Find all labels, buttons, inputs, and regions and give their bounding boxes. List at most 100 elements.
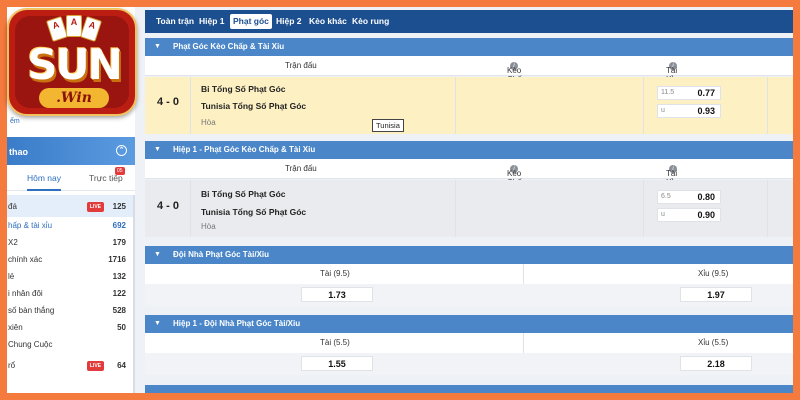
sport-list: đá LIVE 125 hấp & tài xỉu 692 X2 179 chí… xyxy=(7,195,135,374)
section-title: Hiệp 1 - Phạt Góc Kèo Chấp & Tài Xỉu xyxy=(173,145,316,154)
sidebar-item-label: số bàn thắng xyxy=(8,306,55,315)
section-2-column-header: Trận đấu Kèo Chấp H1i Tài Xỉu H1i xyxy=(145,159,793,196)
sidebar-item-parlay[interactable]: xiên 50 xyxy=(7,319,135,336)
over-line: 11.5 xyxy=(661,89,675,96)
under-odds-button[interactable]: 2.18 xyxy=(680,356,752,371)
section-first-half-corner-handicap-ou[interactable]: ▼ Hiệp 1 - Phạt Góc Kèo Chấp & Tài Xỉu xyxy=(145,141,793,159)
sidebar-item-label: lẻ xyxy=(8,272,15,281)
sidebar-item-label: xiên xyxy=(8,323,23,332)
over-odds-button[interactable]: 1.55 xyxy=(301,356,373,371)
column-handicap: Kèo Chấp TTi xyxy=(507,61,526,93)
sidebar-item-count: 179 xyxy=(112,238,126,247)
divider xyxy=(767,77,768,134)
chevron-down-icon[interactable]: ▼ xyxy=(154,38,161,56)
chevron-down-icon[interactable]: ▼ xyxy=(154,141,161,159)
sidebar-item-label: hấp & tài xỉu xyxy=(8,221,53,230)
collapse-icon[interactable]: ⌃ xyxy=(116,145,127,156)
tab-other-markets[interactable]: Kèo khác xyxy=(306,14,350,29)
section-title: Hiệp 1 - Đội Nhà Phạt Góc Tài/Xỉu xyxy=(173,319,301,328)
sidebar-item-handicap-ou[interactable]: hấp & tài xỉu 692 xyxy=(7,217,135,234)
match-score: 4 - 0 xyxy=(157,96,180,108)
tab-today[interactable]: Hôm nay xyxy=(27,173,62,191)
away-team: Tunisia Tổng Số Phạt Góc xyxy=(201,207,307,217)
logo-card: A xyxy=(66,15,82,37)
divider xyxy=(190,180,191,237)
over-label: Tài (9.5) xyxy=(320,269,350,278)
home-team: Bỉ Tổng Số Phạt Góc xyxy=(201,84,286,94)
over-odds-button[interactable]: 1.73 xyxy=(301,287,373,302)
sidebar-item-basketball[interactable]: rổ LIVE 64 xyxy=(7,357,135,374)
divider xyxy=(455,77,456,134)
sidebar-item-count: 50 xyxy=(117,323,126,332)
tab-live-markets[interactable]: Kèo rung xyxy=(349,14,392,29)
logo-brand-text: SUN xyxy=(27,40,123,89)
chevron-down-icon[interactable]: ▼ xyxy=(154,246,161,264)
sidebar-item-label: i nhân đôi xyxy=(8,289,43,298)
sport-menu-header[interactable]: thao ⌃ xyxy=(7,137,135,165)
logo-card: A xyxy=(45,16,69,42)
sidebar-item-label: X2 xyxy=(8,238,18,247)
match-row: 4 - 0 Bỉ Tổng Số Phạt Góc Tunisia Tổng S… xyxy=(145,77,793,134)
over-label: Tài (5.5) xyxy=(320,338,350,347)
column-match: Trận đấu xyxy=(285,61,317,70)
sidebar-item-1x2[interactable]: X2 179 xyxy=(7,234,135,251)
logo-sub-text: .Win xyxy=(39,88,109,108)
sport-menu-title: thao xyxy=(9,147,28,157)
divider xyxy=(643,180,644,237)
sidebar-item-football[interactable]: đá LIVE 125 xyxy=(7,195,135,217)
under-label: Xỉu (5.5) xyxy=(698,338,729,347)
sidebar-item-label: đá xyxy=(8,202,17,211)
sidebar-item-label: chính xác xyxy=(8,255,43,264)
tab-corners[interactable]: Phạt góc xyxy=(230,14,272,29)
over-odds-button[interactable]: 6.5 0.80 xyxy=(657,190,721,204)
divider xyxy=(767,180,768,237)
draw-label: Hòa xyxy=(201,222,216,231)
under-odds: 0.93 xyxy=(697,106,715,116)
match-score: 4 - 0 xyxy=(157,200,180,212)
sidebar-item-odd-even[interactable]: lẻ 132 xyxy=(7,268,135,285)
sidebar-item-double-chance[interactable]: i nhân đôi 122 xyxy=(7,285,135,302)
under-odds-button[interactable]: u 0.90 xyxy=(657,208,721,222)
logo-card: A xyxy=(79,16,103,42)
sidebar-item-count: 132 xyxy=(112,272,126,281)
sidebar-tabs: Hôm nay Trực tiếp 05 xyxy=(7,165,135,191)
over-odds-button[interactable]: 11.5 0.77 xyxy=(657,86,721,100)
sidebar-item-count: 1716 xyxy=(108,255,126,264)
live-count-badge: 05 xyxy=(115,167,125,175)
tab-second-half[interactable]: Hiệp 2 xyxy=(273,14,305,29)
home-team: Bỉ Tổng Số Phạt Góc xyxy=(201,189,286,199)
under-line: u xyxy=(661,107,665,114)
sidebar-link[interactable]: ểm xyxy=(10,118,20,125)
under-odds-button[interactable]: 1.97 xyxy=(680,287,752,302)
section-title: Phạt Góc Kèo Chấp & Tài Xỉu xyxy=(173,42,285,51)
sidebar-scrollbar[interactable] xyxy=(133,195,135,393)
divider xyxy=(643,77,644,134)
section-corner-handicap-ou[interactable]: ▼ Phạt Góc Kèo Chấp & Tài Xỉu xyxy=(145,38,793,56)
under-label: Xỉu (9.5) xyxy=(698,269,729,278)
over-odds: 0.77 xyxy=(697,88,715,98)
divider xyxy=(190,77,191,134)
sidebar-item-count: 125 xyxy=(112,202,126,211)
over-line: 6.5 xyxy=(661,193,671,200)
sidebar-item-count: 692 xyxy=(112,221,126,230)
sidebar-item-label: Chung Cuộc xyxy=(8,340,53,349)
column-handicap: Kèo Chấp H1i xyxy=(507,164,526,196)
divider xyxy=(455,180,456,237)
sidebar-item-correct-score[interactable]: chính xác 1716 xyxy=(7,251,135,268)
away-team: Tunisia Tổng Số Phạt Góc xyxy=(201,101,307,111)
sidebar-item-total-goals[interactable]: số bàn thắng 528 xyxy=(7,302,135,319)
under-odds-button[interactable]: u 0.93 xyxy=(657,104,721,118)
over-odds: 0.80 xyxy=(697,192,715,202)
tab-first-half[interactable]: Hiệp 1 xyxy=(196,14,228,29)
section-title: Đội Nhà Phạt Góc Tài/Xỉu xyxy=(173,250,270,259)
section-next[interactable] xyxy=(145,385,793,393)
sunwin-logo: A A A SUN .Win xyxy=(7,8,137,116)
section-home-corner-ou[interactable]: ▼ Đội Nhà Phạt Góc Tài/Xỉu xyxy=(145,246,793,264)
sidebar-item-count: 122 xyxy=(112,289,126,298)
tab-full-match[interactable]: Toàn trận xyxy=(153,14,197,29)
odds-row: 1.73 1.97 xyxy=(145,284,793,306)
sidebar-item-outright[interactable]: Chung Cuộc xyxy=(7,336,135,353)
section-first-half-home-corner-ou[interactable]: ▼ Hiệp 1 - Đội Nhà Phạt Góc Tài/Xỉu xyxy=(145,315,793,333)
chevron-down-icon[interactable]: ▼ xyxy=(154,315,161,333)
section-1-column-header: Trận đấu Kèo Chấp TTi Tài Xỉu TTi xyxy=(145,56,793,93)
